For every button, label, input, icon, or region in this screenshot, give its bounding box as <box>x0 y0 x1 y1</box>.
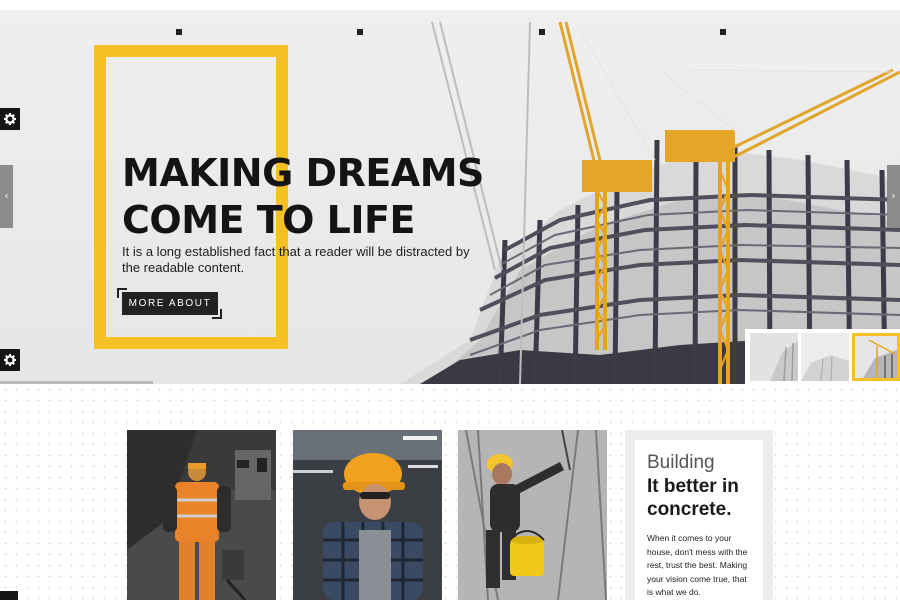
chevron-right-icon: › <box>891 191 896 202</box>
card-heading-light: Building <box>647 452 715 473</box>
hero-subtitle: It is a long established fact that a rea… <box>122 244 470 275</box>
slider-indicator-dot[interactable] <box>720 29 726 35</box>
card-heading-bold: It better in concrete. <box>647 476 739 520</box>
thumbnail-image <box>750 333 798 381</box>
slider-thumbnail[interactable] <box>750 333 798 381</box>
building-info-card: Building It better in concrete. When it … <box>625 430 773 600</box>
project-card[interactable] <box>458 430 607 600</box>
slider-indicator-dot[interactable] <box>176 29 182 35</box>
chevron-left-icon: ‹ <box>4 191 9 202</box>
gear-icon <box>4 113 16 125</box>
building-info-card-body: Building It better in concrete. When it … <box>635 440 763 600</box>
card-body-text: When it comes to your house, don't mess … <box>647 533 748 597</box>
slider-thumbnail-active[interactable] <box>852 333 900 381</box>
hero-title-line-1: MAKING DREAMS <box>122 151 484 195</box>
worker-photo <box>293 430 442 600</box>
settings-gear-button[interactable] <box>0 349 20 371</box>
page: MAKING DREAMS COME TO LIFE It is a long … <box>0 0 900 600</box>
worker-photo <box>127 430 276 600</box>
slider-thumbnails <box>745 329 900 384</box>
hero-title-line-2: COME TO LIFE <box>122 198 415 242</box>
worker-photo <box>458 430 607 600</box>
more-about-button[interactable]: MORE ABOUT <box>122 292 218 315</box>
slider-indicator-dot[interactable] <box>539 29 545 35</box>
slider-indicator-dot[interactable] <box>357 29 363 35</box>
slider-prev-arrow[interactable]: ‹ <box>0 165 13 228</box>
settings-gear-button[interactable] <box>0 108 20 130</box>
project-card[interactable] <box>293 430 442 600</box>
hero-title: MAKING DREAMS COME TO LIFE <box>122 150 502 244</box>
hero-slider: MAKING DREAMS COME TO LIFE It is a long … <box>0 10 900 384</box>
more-about-button-wrapper: MORE ABOUT <box>117 288 222 319</box>
slider-next-arrow[interactable]: › <box>887 165 900 228</box>
thumbnail-image <box>801 333 849 381</box>
gear-icon <box>4 354 16 366</box>
thumbnail-image <box>855 336 897 378</box>
slider-thumbnail[interactable] <box>801 333 849 381</box>
project-card[interactable] <box>127 430 276 600</box>
settings-gear-button[interactable] <box>0 591 18 600</box>
